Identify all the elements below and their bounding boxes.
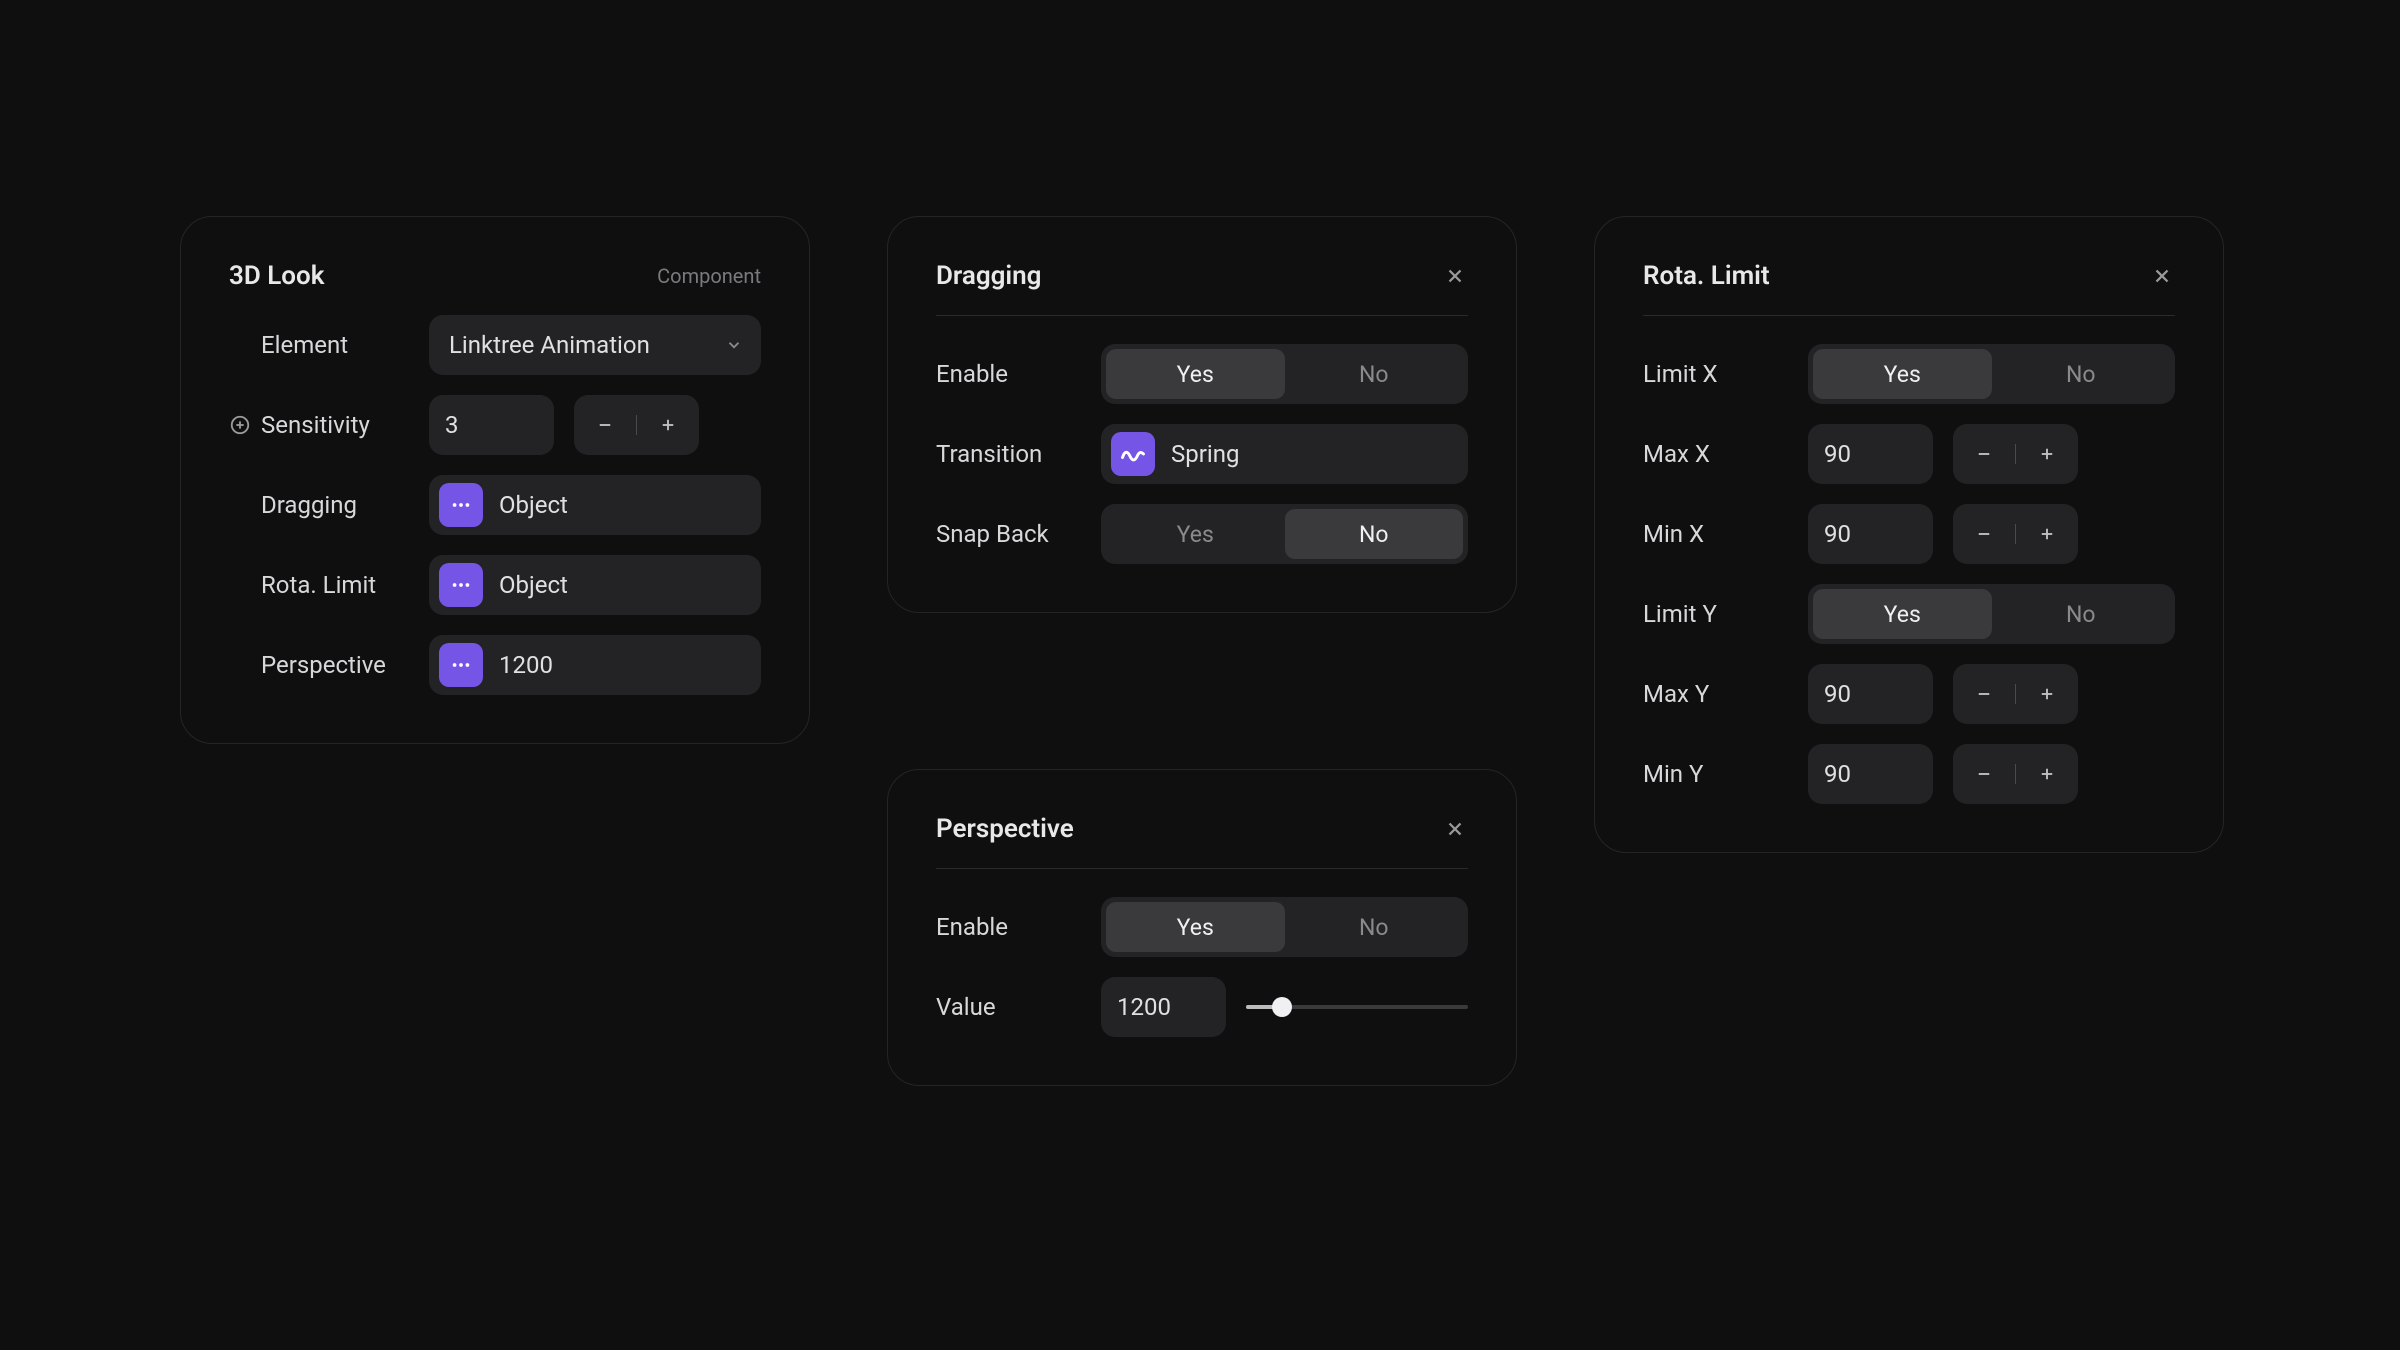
plus-button[interactable]	[637, 395, 699, 455]
minx-input[interactable]: 90	[1808, 504, 1933, 564]
rotalimit-object-pill[interactable]: Object	[429, 555, 761, 615]
sensitivity-input[interactable]: 3	[429, 395, 554, 455]
limitx-segment: Yes No	[1808, 344, 2175, 404]
plus-button[interactable]	[2016, 744, 2078, 804]
maxy-label: Max Y	[1643, 680, 1709, 708]
slider-thumb[interactable]	[1272, 997, 1292, 1017]
minus-button[interactable]	[1953, 424, 2015, 484]
miny-stepper	[1953, 744, 2078, 804]
enable-no[interactable]: No	[1285, 902, 1464, 952]
maxy-stepper	[1953, 664, 2078, 724]
plus-button[interactable]	[2016, 504, 2078, 564]
plus-circle-icon[interactable]	[229, 414, 251, 436]
miny-label: Min Y	[1643, 760, 1703, 788]
enable-no[interactable]: No	[1285, 349, 1464, 399]
element-dropdown[interactable]: Linktree Animation	[429, 315, 761, 375]
limity-segment: Yes No	[1808, 584, 2175, 644]
perspective-value: 1200	[499, 651, 553, 679]
snapback-segment: Yes No	[1101, 504, 1468, 564]
transition-pill[interactable]: Spring	[1101, 424, 1468, 484]
limity-yes[interactable]: Yes	[1813, 589, 1992, 639]
element-label: Element	[261, 331, 348, 359]
limitx-yes[interactable]: Yes	[1813, 349, 1992, 399]
rotalimit-value: Object	[499, 571, 568, 599]
divider	[936, 315, 1468, 316]
panel-title: Rota. Limit	[1643, 261, 1770, 291]
limitx-no[interactable]: No	[1992, 349, 2171, 399]
minus-button[interactable]	[1953, 664, 2015, 724]
transition-value: Spring	[1171, 440, 1239, 468]
value-input[interactable]: 1200	[1101, 977, 1226, 1037]
dragging-object-pill[interactable]: Object	[429, 475, 761, 535]
panel-title: 3D Look	[229, 261, 324, 291]
plus-button[interactable]	[2016, 424, 2078, 484]
enable-yes[interactable]: Yes	[1106, 349, 1285, 399]
close-button[interactable]	[1442, 816, 1468, 842]
panel-rota-limit: Rota. Limit Limit X Yes No Max X 90	[1594, 216, 2224, 853]
maxx-label: Max X	[1643, 440, 1710, 468]
snapback-no[interactable]: No	[1285, 509, 1464, 559]
minx-stepper	[1953, 504, 2078, 564]
panel-perspective: Perspective Enable Yes No Value 1200	[887, 769, 1517, 1086]
enable-label: Enable	[936, 913, 1008, 941]
dots-icon	[439, 483, 483, 527]
plus-button[interactable]	[2016, 664, 2078, 724]
element-value: Linktree Animation	[449, 331, 650, 359]
spring-icon	[1111, 432, 1155, 476]
close-button[interactable]	[1442, 263, 1468, 289]
panel-title: Perspective	[936, 814, 1074, 844]
dots-icon	[439, 563, 483, 607]
snapback-yes[interactable]: Yes	[1106, 509, 1285, 559]
maxy-input[interactable]: 90	[1808, 664, 1933, 724]
divider	[936, 868, 1468, 869]
enable-segment: Yes No	[1101, 344, 1468, 404]
perspective-label: Perspective	[261, 651, 386, 679]
snapback-label: Snap Back	[936, 520, 1049, 548]
transition-label: Transition	[936, 440, 1042, 468]
chevron-down-icon	[725, 336, 743, 354]
minus-button[interactable]	[1953, 504, 2015, 564]
divider	[1643, 315, 2175, 316]
enable-segment: Yes No	[1101, 897, 1468, 957]
close-button[interactable]	[2149, 263, 2175, 289]
rotalimit-label: Rota. Limit	[261, 571, 376, 599]
sensitivity-stepper	[574, 395, 699, 455]
minx-label: Min X	[1643, 520, 1704, 548]
maxx-stepper	[1953, 424, 2078, 484]
minus-button[interactable]	[1953, 744, 2015, 804]
dragging-value: Object	[499, 491, 568, 519]
maxx-input[interactable]: 90	[1808, 424, 1933, 484]
value-slider[interactable]	[1246, 977, 1468, 1037]
limitx-label: Limit X	[1643, 360, 1718, 388]
panel-subtitle: Component	[657, 264, 761, 288]
dragging-label: Dragging	[261, 491, 357, 519]
value-label: Value	[936, 993, 996, 1021]
panel-title: Dragging	[936, 261, 1041, 291]
enable-yes[interactable]: Yes	[1106, 902, 1285, 952]
minus-button[interactable]	[574, 395, 636, 455]
dots-icon	[439, 643, 483, 687]
perspective-object-pill[interactable]: 1200	[429, 635, 761, 695]
limity-label: Limit Y	[1643, 600, 1717, 628]
limity-no[interactable]: No	[1992, 589, 2171, 639]
panel-dragging: Dragging Enable Yes No Transition	[887, 216, 1517, 613]
panel-3d-look: 3D Look Component Element Linktree Anima…	[180, 216, 810, 744]
enable-label: Enable	[936, 360, 1008, 388]
sensitivity-label: Sensitivity	[261, 411, 370, 439]
miny-input[interactable]: 90	[1808, 744, 1933, 804]
